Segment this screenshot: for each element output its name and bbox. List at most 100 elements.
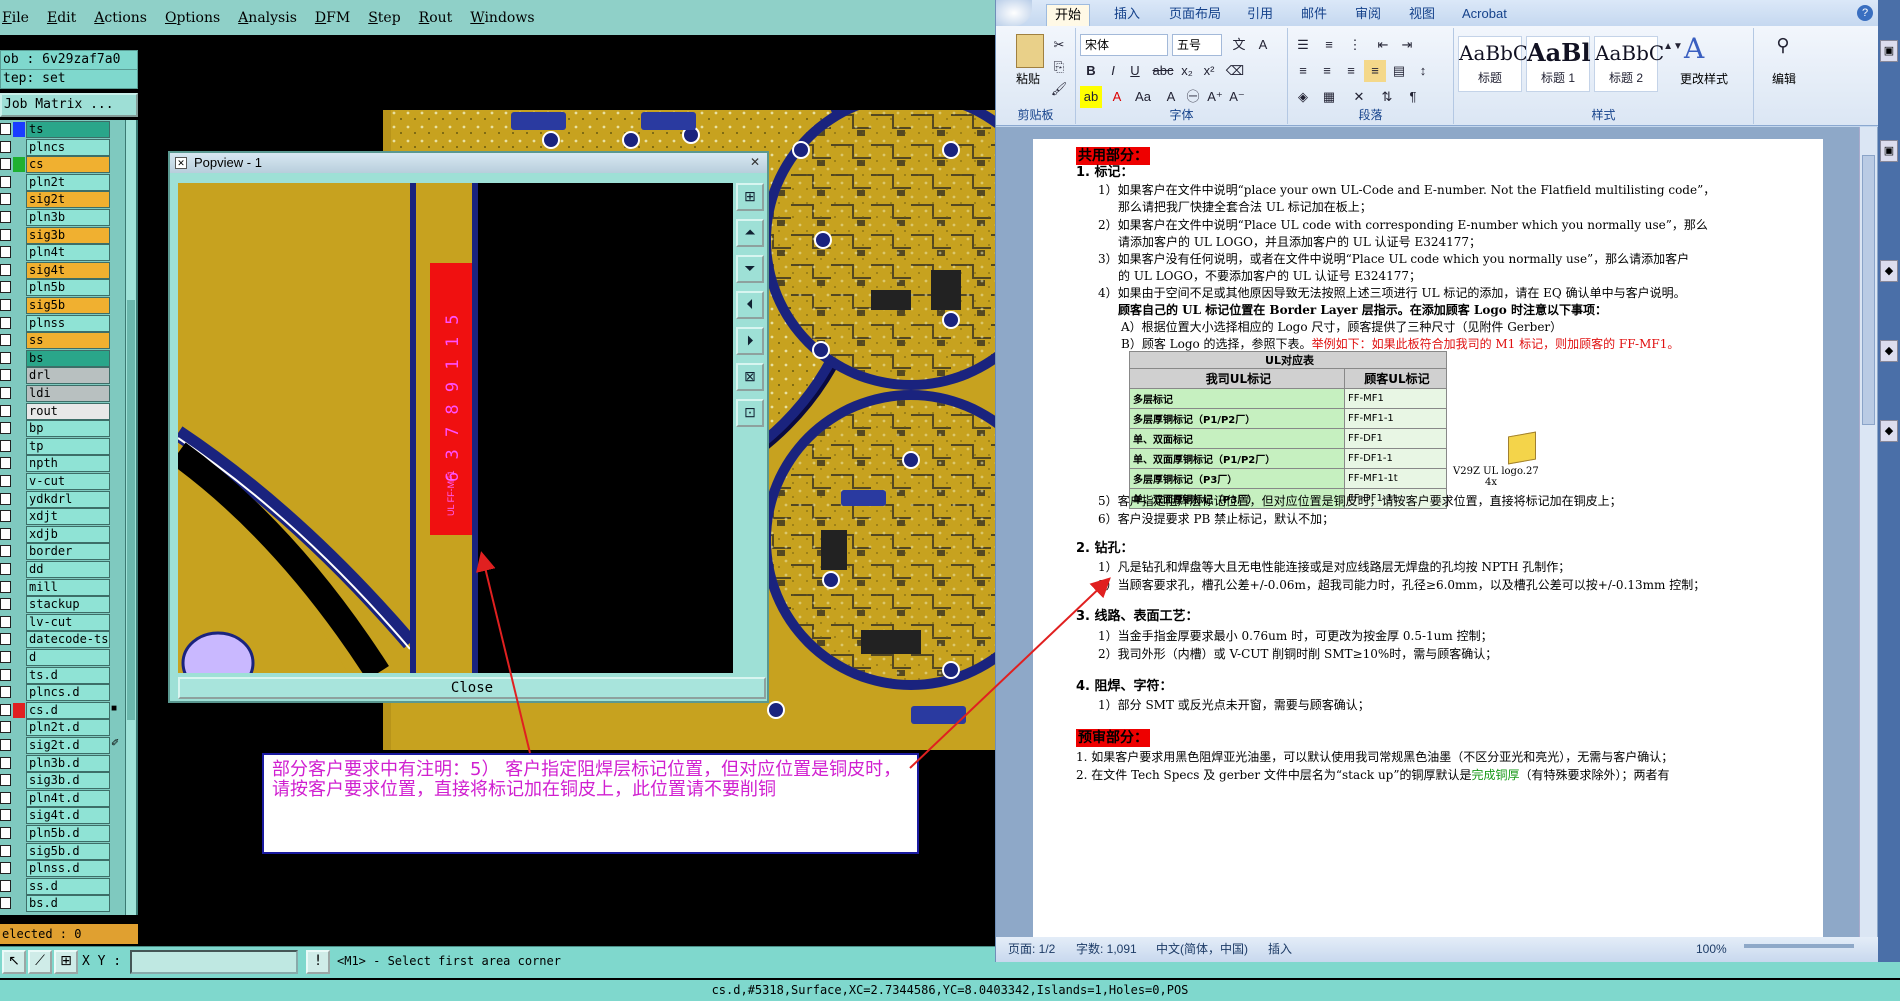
layer-row-d[interactable]: d [0, 648, 138, 667]
language[interactable]: 中文(简体，中国) [1156, 937, 1248, 962]
layer-name[interactable]: sig3b.d [26, 772, 110, 790]
layer-row-pln4t[interactable]: pln4t [0, 243, 138, 262]
layer-row-ldi[interactable]: ldi [0, 384, 138, 403]
layer-row-pln3b.d[interactable]: pln3b.d [0, 754, 138, 773]
layer-row-stackup[interactable]: stackup [0, 595, 138, 614]
layer-checkbox[interactable] [0, 756, 11, 769]
layer-checkbox[interactable] [0, 862, 11, 875]
layer-checkbox[interactable] [0, 615, 11, 628]
layer-color-swatch[interactable] [13, 562, 25, 577]
menu-dfm[interactable]: DFM [315, 10, 350, 26]
layer-checkbox[interactable] [0, 175, 11, 188]
font-name-select[interactable]: 宋体 [1080, 34, 1168, 56]
layer-color-swatch[interactable] [13, 157, 25, 173]
layer-color-swatch[interactable] [13, 509, 25, 524]
show-marks-icon[interactable]: ¶ [1402, 86, 1424, 108]
layer-name[interactable]: ts.d [26, 666, 110, 684]
layer-checkbox[interactable] [0, 246, 11, 259]
layer-name[interactable]: sig2t.d [26, 737, 110, 754]
layer-checkbox[interactable] [0, 580, 11, 593]
layer-checkbox[interactable] [0, 193, 11, 206]
grid-tool-icon[interactable]: ⊞ [54, 950, 78, 974]
layer-name[interactable]: rout [26, 402, 110, 420]
layer-row-ydkdrl[interactable]: ydkdrl [0, 490, 138, 509]
layer-row-sig5b.d[interactable]: sig5b.d [0, 842, 138, 861]
layer-color-swatch[interactable] [13, 474, 25, 489]
layer-row-border[interactable]: border [0, 542, 138, 561]
layer-color-swatch[interactable] [13, 773, 25, 788]
layer-name[interactable]: pln2t [26, 173, 110, 191]
app-icon[interactable]: ◆ [1880, 260, 1898, 282]
select-tool-icon[interactable]: ↖ [2, 950, 26, 974]
layer-name[interactable]: pln5b [26, 279, 110, 297]
layer-checkbox[interactable] [0, 369, 11, 382]
word-count[interactable]: 字数: 1,091 [1076, 937, 1137, 962]
layer-color-swatch[interactable] [13, 122, 25, 137]
layer-row-ts.d[interactable]: ts.d [0, 666, 138, 685]
layer-name[interactable]: sig4t [26, 261, 110, 279]
layer-color-swatch[interactable] [13, 386, 25, 401]
pan-down-icon[interactable]: ⏷ [736, 255, 764, 283]
layer-name[interactable]: ts [26, 121, 110, 138]
layer-checkbox[interactable] [0, 510, 11, 523]
layer-name[interactable]: xdjb [26, 525, 110, 543]
tab-review[interactable]: 审阅 [1347, 4, 1389, 26]
menu-analysis[interactable]: Analysis [238, 10, 297, 26]
layer-checkbox[interactable] [0, 492, 11, 505]
paste-icon[interactable] [1016, 34, 1044, 68]
layer-color-swatch[interactable] [13, 456, 25, 471]
document-page[interactable]: 共用部分： 1. 标记： 1）如果客户在文件中说明“place your own… [1033, 139, 1823, 939]
menu-actions[interactable]: Actions [94, 10, 147, 26]
strikethrough-icon[interactable]: abc [1152, 60, 1174, 82]
layer-row-pln4t.d[interactable]: pln4t.d [0, 789, 138, 808]
layer-checkbox[interactable] [0, 633, 11, 646]
layer-row-sig2t.d[interactable]: sig2t.d ✐ [0, 736, 138, 755]
alert-icon[interactable]: ! [306, 950, 330, 974]
layer-row-tp[interactable]: tp [0, 437, 138, 456]
phonetic-guide-icon[interactable]: 文 [1228, 34, 1250, 56]
layer-name[interactable]: sig5b [26, 297, 110, 314]
layer-name[interactable]: drl [26, 367, 110, 385]
layer-row-ss.d[interactable]: ss.d [0, 877, 138, 896]
layer-color-swatch[interactable] [13, 492, 25, 507]
font-size-select[interactable]: 五号 [1172, 34, 1222, 56]
menu-rout[interactable]: Rout [419, 10, 453, 26]
layer-checkbox[interactable] [0, 598, 11, 611]
layer-row-ss[interactable]: ss [0, 331, 138, 350]
layer-name[interactable]: xdjt [26, 508, 110, 526]
layer-color-swatch[interactable] [13, 280, 25, 295]
bold-icon[interactable]: B [1080, 60, 1102, 82]
layer-name[interactable]: tp [26, 437, 110, 455]
layer-name[interactable]: d [26, 649, 110, 666]
change-case-icon[interactable]: Aa [1132, 86, 1154, 108]
layer-scrollbar[interactable] [125, 120, 136, 915]
menu-options[interactable]: Options [165, 10, 220, 26]
xy-input[interactable] [130, 950, 298, 974]
paste-label[interactable]: 粘贴 [1016, 70, 1040, 87]
layer-name[interactable]: cs.d [26, 701, 110, 719]
layer-color-swatch[interactable] [13, 333, 25, 348]
layer-row-datecode-ts[interactable]: datecode-ts [0, 630, 138, 649]
app-icon[interactable]: ▣ [1880, 140, 1898, 162]
layer-color-swatch[interactable] [13, 685, 25, 700]
layer-row-ts[interactable]: ts [0, 120, 138, 139]
char-border-icon[interactable]: A [1252, 34, 1274, 56]
layer-name[interactable]: border [26, 543, 110, 561]
layer-row-plnss[interactable]: plnss [0, 314, 138, 333]
layer-checkbox[interactable] [0, 211, 11, 223]
layer-color-swatch[interactable] [13, 527, 25, 542]
layer-color-swatch[interactable] [13, 140, 25, 155]
align-right-icon[interactable]: ≡ [1340, 60, 1362, 82]
tab-view[interactable]: 视图 [1401, 4, 1443, 26]
layer-name[interactable]: dd [26, 561, 110, 578]
layer-color-swatch[interactable] [13, 826, 25, 841]
layer-color-swatch[interactable] [13, 544, 25, 559]
zoom-level[interactable]: 100% [1696, 937, 1727, 962]
tab-references[interactable]: 引用 [1239, 4, 1281, 26]
layer-color-swatch[interactable] [13, 808, 25, 823]
layer-name[interactable]: pln5b.d [26, 825, 110, 842]
layer-color-swatch[interactable] [13, 756, 25, 771]
line-spacing-icon[interactable]: ↕ [1412, 60, 1434, 82]
format-painter-icon[interactable]: 🖌 [1048, 78, 1070, 100]
layer-name[interactable]: bs.d [26, 895, 110, 913]
